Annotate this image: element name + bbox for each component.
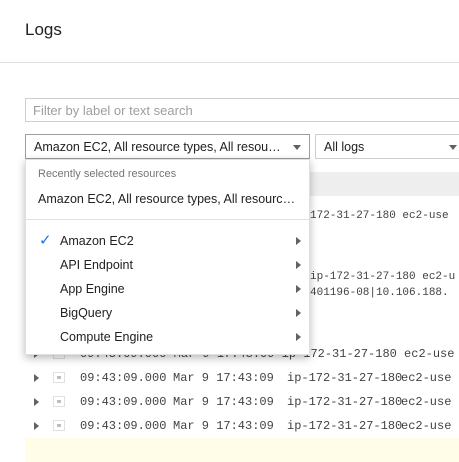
- filter-search-box[interactable]: [25, 98, 459, 122]
- chevron-right-icon: [296, 309, 301, 317]
- chevron-right-icon: [296, 261, 301, 269]
- check-icon: ✓: [39, 232, 52, 249]
- chevron-right-icon[interactable]: [34, 398, 39, 406]
- menu-item-label: Amazon EC2: [60, 234, 134, 248]
- resource-dropdown-menu: Recently selected resources Amazon EC2, …: [25, 159, 310, 355]
- menu-item-label: Compute Engine: [60, 330, 154, 344]
- menu-item-label: BigQuery: [60, 306, 113, 320]
- severity-icon: [53, 396, 65, 407]
- severity-icon: [53, 372, 65, 383]
- resource-select-value: Amazon EC2, All resource types, All reso…: [34, 140, 284, 154]
- page-title: Logs: [25, 20, 62, 39]
- severity-icon: [53, 420, 65, 431]
- log-row-fragment: 172-31-27-180 ec2-use: [310, 210, 449, 222]
- chevron-right-icon: [296, 333, 301, 341]
- log-service: ec2-use: [401, 419, 452, 433]
- table-row[interactable]: 09:43:09.000 Mar 9 17:43:09 ip-172-31-27…: [25, 366, 459, 390]
- table-row[interactable]: 09:43:09.000 Mar 9 17:43:09 ip-172-31-27…: [25, 390, 459, 414]
- menu-divider: [26, 219, 309, 220]
- chevron-right-icon[interactable]: [34, 374, 39, 382]
- table-row-highlighted[interactable]: [25, 438, 459, 462]
- recent-resources-heading: Recently selected resources: [38, 168, 177, 180]
- resource-select[interactable]: Amazon EC2, All resource types, All reso…: [25, 134, 310, 159]
- logs-select-value: All logs: [324, 140, 365, 154]
- filter-search-input[interactable]: [26, 99, 459, 121]
- caret-down-icon: [449, 145, 457, 150]
- log-time: 09:43:09.000: [80, 371, 167, 385]
- log-row-fragment: ip-172-31-27-180 ec2-u: [310, 271, 456, 283]
- log-host: ip-172-31-27-180: [287, 371, 403, 385]
- log-time: 09:43:09.000: [80, 395, 167, 409]
- menu-item-label: App Engine: [60, 282, 125, 296]
- menu-item-compute-engine[interactable]: Compute Engine: [26, 325, 309, 349]
- chevron-right-icon: [296, 237, 301, 245]
- chevron-right-icon[interactable]: [34, 422, 39, 430]
- log-time: 09:43:09.000: [80, 419, 167, 433]
- log-service: ec2-use: [401, 371, 452, 385]
- menu-item-amazon-ec2[interactable]: ✓ Amazon EC2: [26, 229, 309, 253]
- log-host: ip-172-31-27-180: [287, 419, 403, 433]
- log-date: Mar 9 17:43:09: [173, 371, 274, 385]
- menu-item-app-engine[interactable]: App Engine: [26, 277, 309, 301]
- menu-item-bigquery[interactable]: BigQuery: [26, 301, 309, 325]
- menu-item-label: API Endpoint: [60, 258, 133, 272]
- page-header: Logs: [0, 0, 459, 63]
- recent-resource-item[interactable]: Amazon EC2, All resource types, All reso…: [38, 192, 298, 206]
- log-date: Mar 9 17:43:09: [173, 395, 274, 409]
- log-date: Mar 9 17:43:09: [173, 419, 274, 433]
- chevron-right-icon: [296, 285, 301, 293]
- menu-item-api-endpoint[interactable]: API Endpoint: [26, 253, 309, 277]
- log-service: ec2-use: [401, 395, 452, 409]
- log-rows: 09:43:09.000 Mar 9 17:43:09 ip-172-31-27…: [25, 342, 459, 462]
- logs-select[interactable]: All logs: [315, 134, 459, 159]
- log-row-fragment: 401196-08|10.106.188.: [310, 287, 449, 299]
- log-host: ip-172-31-27-180: [287, 395, 403, 409]
- caret-down-icon: [293, 145, 301, 150]
- table-row[interactable]: 09:43:09.000 Mar 9 17:43:09 ip-172-31-27…: [25, 414, 459, 438]
